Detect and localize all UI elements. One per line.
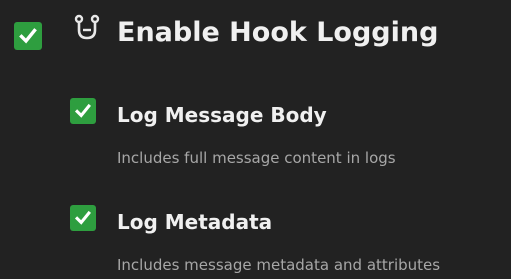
log-metadata-label[interactable]: Log Metadata [117,210,272,234]
log-metadata-checkbox[interactable] [70,205,96,231]
log-message-body-checkbox[interactable] [70,98,96,124]
enable-hook-logging-label[interactable]: Enable Hook Logging [117,17,438,48]
log-message-body-label[interactable]: Log Message Body [117,103,327,127]
checkmark-icon [74,210,92,225]
log-message-body-description: Includes full message content in logs [117,149,396,167]
checkmark-icon [74,103,92,118]
log-metadata-description: Includes message metadata and attributes [117,256,441,274]
hook-icon [74,14,100,40]
enable-hook-logging-checkbox[interactable] [14,22,42,50]
checkmark-icon [19,28,37,44]
